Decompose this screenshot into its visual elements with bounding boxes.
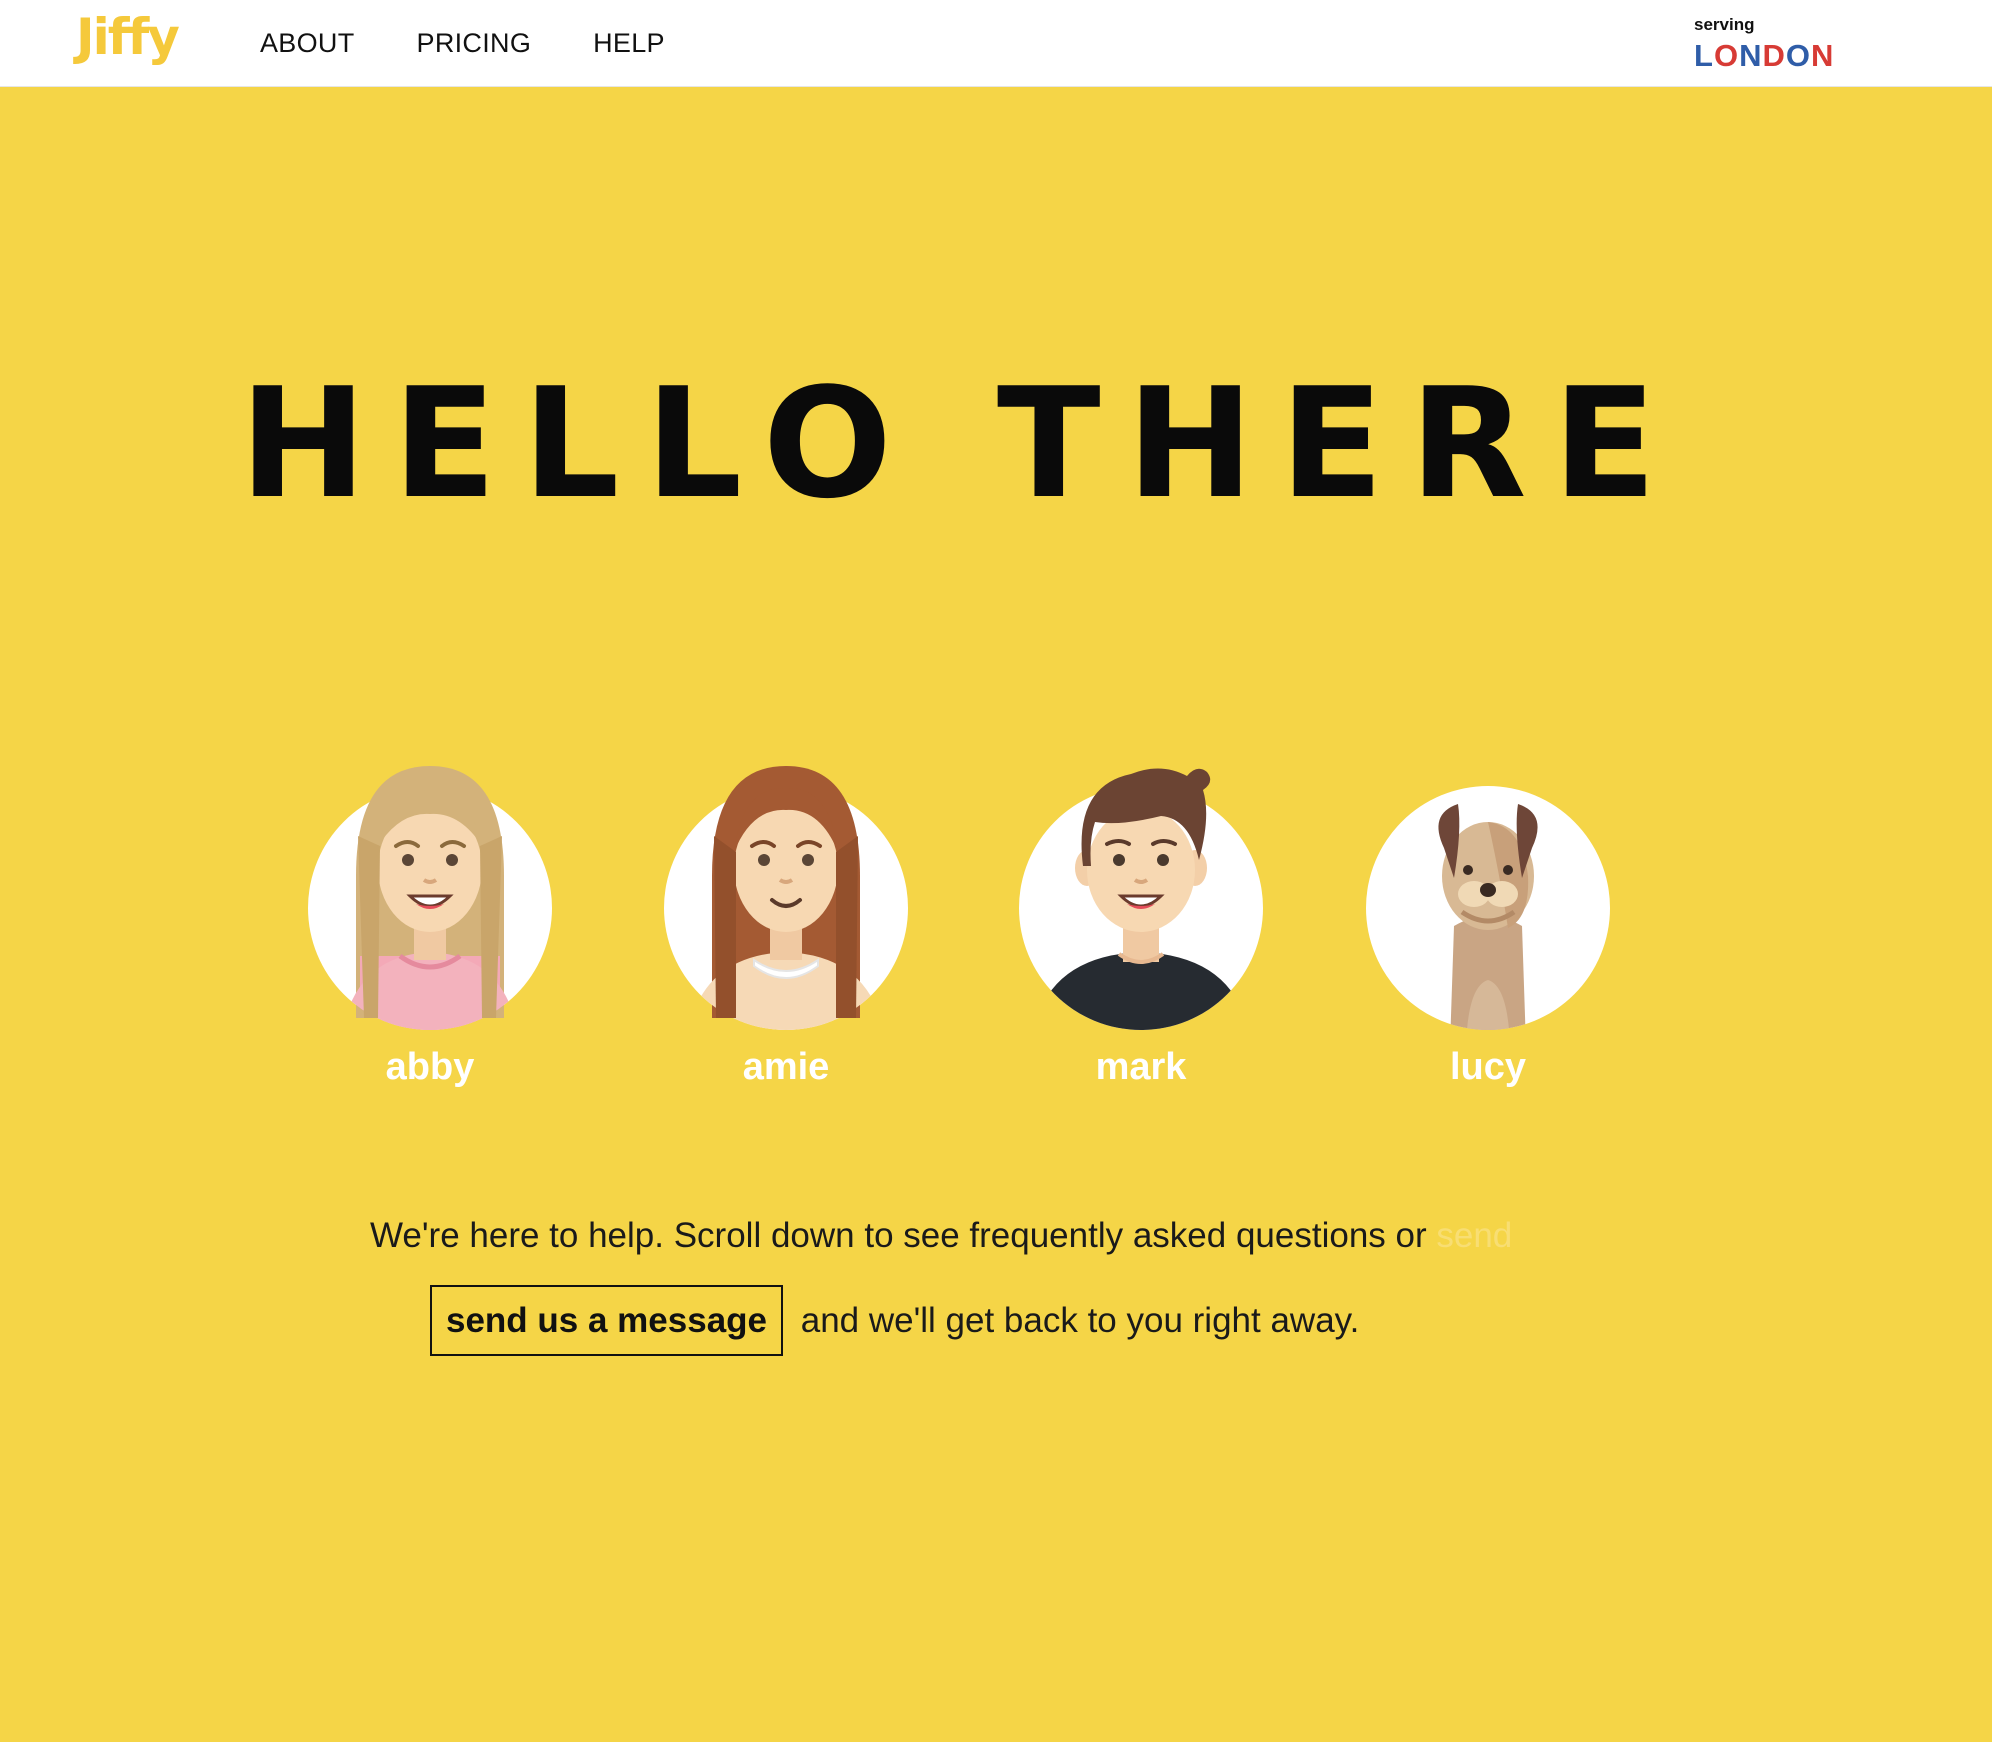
- serving-city: serving LONDON: [1694, 16, 1834, 71]
- abby-avatar[interactable]: [300, 756, 560, 1036]
- nav-help-link[interactable]: HELP: [593, 30, 665, 57]
- nav-about-link[interactable]: ABOUT: [260, 30, 355, 57]
- amie-avatar[interactable]: [656, 756, 916, 1036]
- team-member-lucy: lucy: [1358, 756, 1618, 1086]
- mark-avatar[interactable]: [1011, 756, 1271, 1036]
- city-letter: L: [1694, 38, 1714, 73]
- city-letter: O: [1713, 38, 1740, 73]
- help-message: We're here to help. Scroll down to see f…: [370, 1218, 1670, 1356]
- team-member-name: mark: [1095, 1046, 1187, 1088]
- main-nav: ABOUT PRICING HELP: [260, 30, 665, 57]
- city-letter: N: [1810, 38, 1835, 73]
- team-member-name: lucy: [1449, 1046, 1527, 1088]
- help-text: We're here to help. Scroll down to see f…: [370, 1216, 1427, 1255]
- team-member-abby: abby: [300, 756, 560, 1086]
- help-message-line: We're here to help. Scroll down to see f…: [370, 1218, 1670, 1253]
- city-letter: N: [1739, 38, 1763, 73]
- city-letter: D: [1762, 38, 1786, 73]
- city-letter: O: [1785, 38, 1811, 73]
- help-message-line: send us a message and we'll get back to …: [370, 1285, 1670, 1356]
- help-text-after: and we'll get back to you right away.: [800, 1301, 1360, 1340]
- serving-label: serving: [1694, 15, 1755, 34]
- city-name: LONDON: [1694, 40, 1834, 71]
- hero: HELLO THERE: [0, 368, 1992, 520]
- nav-pricing-link[interactable]: PRICING: [417, 30, 532, 57]
- ghost-send-text: send: [1436, 1216, 1513, 1255]
- team-member-amie: amie: [656, 756, 916, 1086]
- team-member-name: amie: [742, 1046, 830, 1088]
- team-member-name: abby: [385, 1046, 475, 1088]
- page-title: HELLO THERE: [239, 355, 1683, 532]
- lucy-dog-avatar[interactable]: [1358, 756, 1618, 1036]
- team-member-mark: mark: [1011, 756, 1271, 1086]
- send-message-button[interactable]: send us a message: [430, 1285, 783, 1356]
- jiffy-logo[interactable]: Jiffy: [76, 12, 180, 62]
- top-navigation-bar: Jiffy ABOUT PRICING HELP serving LONDON: [0, 0, 1992, 87]
